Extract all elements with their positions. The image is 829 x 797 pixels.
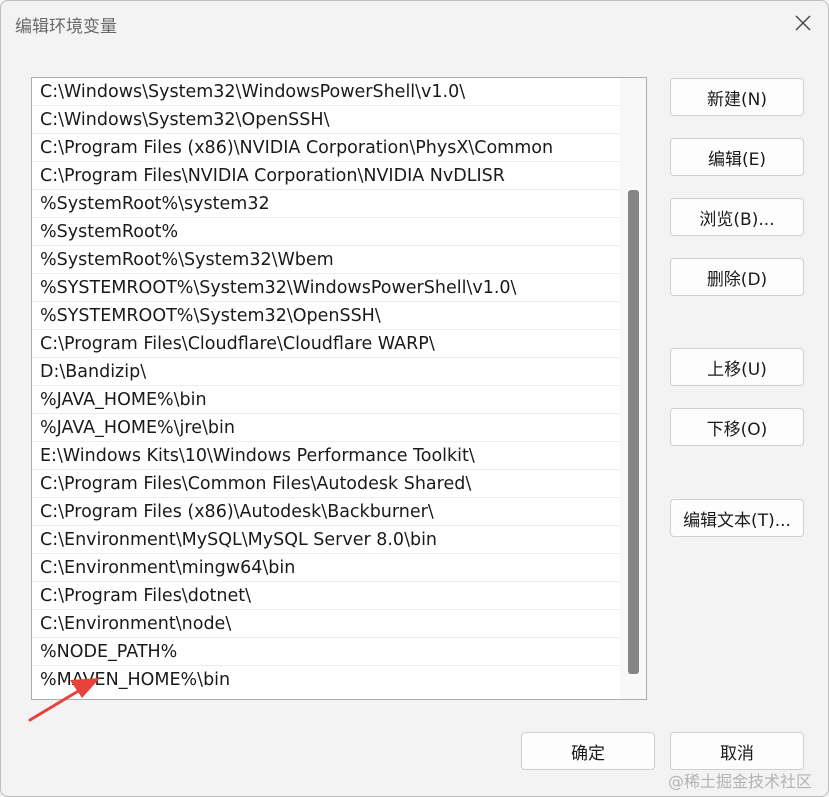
path-row[interactable]: C:\Program Files\Cloudflare\Cloudflare W…: [32, 330, 620, 358]
path-row[interactable]: %SYSTEMROOT%\System32\OpenSSH\: [32, 302, 620, 330]
path-row[interactable]: C:\Program Files\NVIDIA Corporation\NVID…: [32, 162, 620, 190]
path-row[interactable]: C:\Windows\System32\OpenSSH\: [32, 106, 620, 134]
path-row[interactable]: %NODE_PATH%: [32, 638, 620, 666]
browse-button[interactable]: 浏览(B)...: [670, 198, 804, 236]
close-button[interactable]: [789, 9, 817, 37]
edit-text-button[interactable]: 编辑文本(T)...: [670, 499, 804, 537]
watermark: @稀土掘金技术社区: [668, 772, 813, 791]
edit-environment-variable-dialog: 编辑环境变量 C:\Windows\System32\WindowsPowerS…: [0, 0, 829, 797]
path-row[interactable]: %JAVA_HOME%\jre\bin: [32, 414, 620, 442]
path-row[interactable]: C:\Environment\mingw64\bin: [32, 554, 620, 582]
path-row[interactable]: %JAVA_HOME%\bin: [32, 386, 620, 414]
path-row[interactable]: %SystemRoot%\System32\Wbem: [32, 246, 620, 274]
ok-button[interactable]: 确定: [521, 732, 655, 770]
path-row[interactable]: C:\Program Files (x86)\NVIDIA Corporatio…: [32, 134, 620, 162]
vertical-scrollbar[interactable]: [620, 78, 646, 699]
path-row[interactable]: %SystemRoot%\system32: [32, 190, 620, 218]
red-arrow-icon: [28, 678, 100, 722]
path-row[interactable]: E:\Windows Kits\10\Windows Performance T…: [32, 442, 620, 470]
path-row[interactable]: %MAVEN_HOME%\bin: [32, 666, 620, 694]
edit-button[interactable]: 编辑(E): [670, 138, 804, 176]
delete-button[interactable]: 删除(D): [670, 258, 804, 296]
path-row[interactable]: C:\Environment\MySQL\MySQL Server 8.0\bi…: [32, 526, 620, 554]
cancel-button[interactable]: 取消: [670, 732, 804, 770]
path-row[interactable]: D:\Bandizip\: [32, 358, 620, 386]
path-row[interactable]: C:\Windows\System32\WindowsPowerShell\v1…: [32, 78, 620, 106]
scrollbar-thumb[interactable]: [628, 190, 639, 674]
path-row[interactable]: C:\Program Files\Common Files\Autodesk S…: [32, 470, 620, 498]
path-row[interactable]: %SYSTEMROOT%\System32\WindowsPowerShell\…: [32, 274, 620, 302]
path-row[interactable]: %SystemRoot%: [32, 218, 620, 246]
dialog-title: 编辑环境变量: [15, 17, 117, 37]
path-row[interactable]: C:\Program Files\dotnet\: [32, 582, 620, 610]
close-icon: [795, 15, 811, 31]
path-row[interactable]: C:\Program Files (x86)\Autodesk\Backburn…: [32, 498, 620, 526]
move-down-button[interactable]: 下移(O): [670, 408, 804, 446]
path-row[interactable]: C:\Environment\node\: [32, 610, 620, 638]
path-list[interactable]: C:\Windows\System32\WindowsPowerShell\v1…: [31, 77, 647, 700]
move-up-button[interactable]: 上移(U): [670, 348, 804, 386]
new-button[interactable]: 新建(N): [670, 78, 804, 116]
